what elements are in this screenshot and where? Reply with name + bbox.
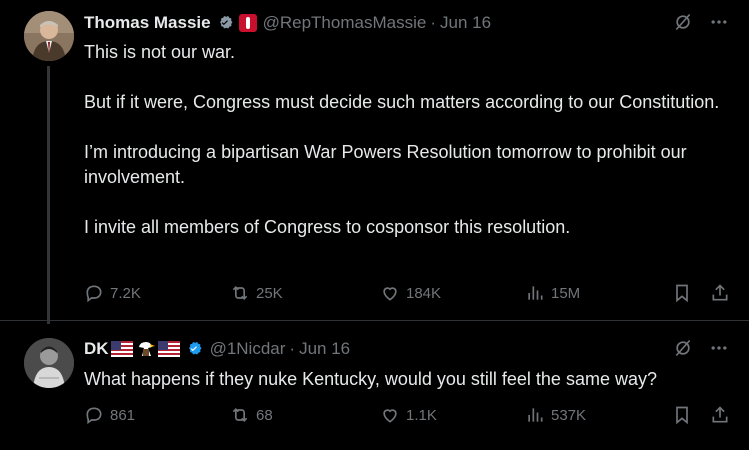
retweet-count: 25K xyxy=(256,284,283,302)
share-button[interactable] xyxy=(710,283,730,303)
views-button[interactable]: 15M xyxy=(525,283,580,303)
us-flag-icon xyxy=(157,341,180,357)
grok-icon[interactable] xyxy=(673,12,693,37)
action-bar: 7.2K 25K 184K 15M xyxy=(84,283,734,307)
tweet-thomas-massie[interactable]: Thomas Massie @RepThomasMassie · Jun 16 … xyxy=(0,0,749,324)
reply-button[interactable]: 861 xyxy=(84,405,135,425)
like-icon xyxy=(383,287,397,301)
bookmark-button[interactable] xyxy=(672,405,692,425)
tweet-paragraph: I’m introducing a bipartisan War Powers … xyxy=(84,142,687,187)
retweet-count: 68 xyxy=(256,406,273,424)
tweet-header: DK @1Nicdar · Jun 16 xyxy=(84,337,350,361)
tweet-paragraph: I invite all members of Congress to cosp… xyxy=(84,217,571,237)
tweet-paragraph: What happens if they nuke Kentucky, woul… xyxy=(84,369,657,389)
reply-icon xyxy=(86,285,102,303)
avatar[interactable] xyxy=(24,11,74,61)
tweet-top-actions xyxy=(673,12,729,37)
view-count: 537K xyxy=(551,406,587,424)
tweet-dk-reply[interactable]: DK @1Nicdar · Jun 16 What happens if the… xyxy=(0,320,749,450)
like-count: 1.1K xyxy=(406,406,437,424)
verified-icon xyxy=(215,13,235,33)
thread-line xyxy=(47,66,50,324)
more-icon[interactable] xyxy=(709,338,729,363)
like-button[interactable]: 1.1K xyxy=(380,405,437,425)
author-name[interactable]: DK xyxy=(84,339,109,359)
views-button[interactable]: 537K xyxy=(525,405,586,425)
reply-icon xyxy=(86,407,102,425)
retweet-icon xyxy=(232,285,248,301)
bookmark-icon xyxy=(676,284,688,303)
tweet-header: Thomas Massie @RepThomasMassie · Jun 16 xyxy=(84,11,491,35)
like-icon xyxy=(383,409,397,423)
share-icon xyxy=(712,284,728,301)
reply-button[interactable]: 7.2K xyxy=(84,283,141,303)
like-button[interactable]: 184K xyxy=(380,283,441,303)
reply-count: 861 xyxy=(110,406,136,424)
author-name[interactable]: Thomas Massie xyxy=(84,13,211,33)
author-handle[interactable]: @1Nicdar xyxy=(210,339,286,359)
view-count: 15M xyxy=(551,284,581,302)
views-icon xyxy=(528,408,543,422)
tweet-date[interactable]: Jun 16 xyxy=(299,339,350,359)
separator-dot: · xyxy=(289,339,296,358)
separator-dot: · xyxy=(430,13,436,32)
tweet-text: What happens if they nuke Kentucky, woul… xyxy=(84,367,724,392)
affiliation-badge-icon[interactable] xyxy=(238,14,257,32)
retweet-button[interactable]: 25K xyxy=(230,283,283,303)
avatar[interactable] xyxy=(24,338,74,388)
tweet-text: This is not our war. But if it were, Con… xyxy=(84,40,724,240)
retweet-icon xyxy=(232,407,248,423)
eagle-icon xyxy=(136,340,156,358)
tweet-top-actions xyxy=(673,338,729,363)
reply-count: 7.2K xyxy=(110,284,141,302)
author-handle[interactable]: @RepThomasMassie xyxy=(263,13,427,33)
tweet-paragraph: But if it were, Congress must decide suc… xyxy=(84,92,720,112)
share-icon xyxy=(712,406,728,423)
views-icon xyxy=(528,286,543,300)
bookmark-icon xyxy=(676,406,688,425)
tweet-paragraph: This is not our war. xyxy=(84,42,236,62)
us-flag-icon xyxy=(110,341,133,357)
verified-icon xyxy=(184,339,204,359)
like-count: 184K xyxy=(406,284,442,302)
share-button[interactable] xyxy=(710,405,730,425)
action-bar: 861 68 1.1K 537K xyxy=(84,405,734,429)
grok-icon[interactable] xyxy=(673,338,693,363)
bookmark-button[interactable] xyxy=(672,283,692,303)
more-icon[interactable] xyxy=(709,12,729,37)
retweet-button[interactable]: 68 xyxy=(230,405,273,425)
tweet-date[interactable]: Jun 16 xyxy=(440,13,491,33)
